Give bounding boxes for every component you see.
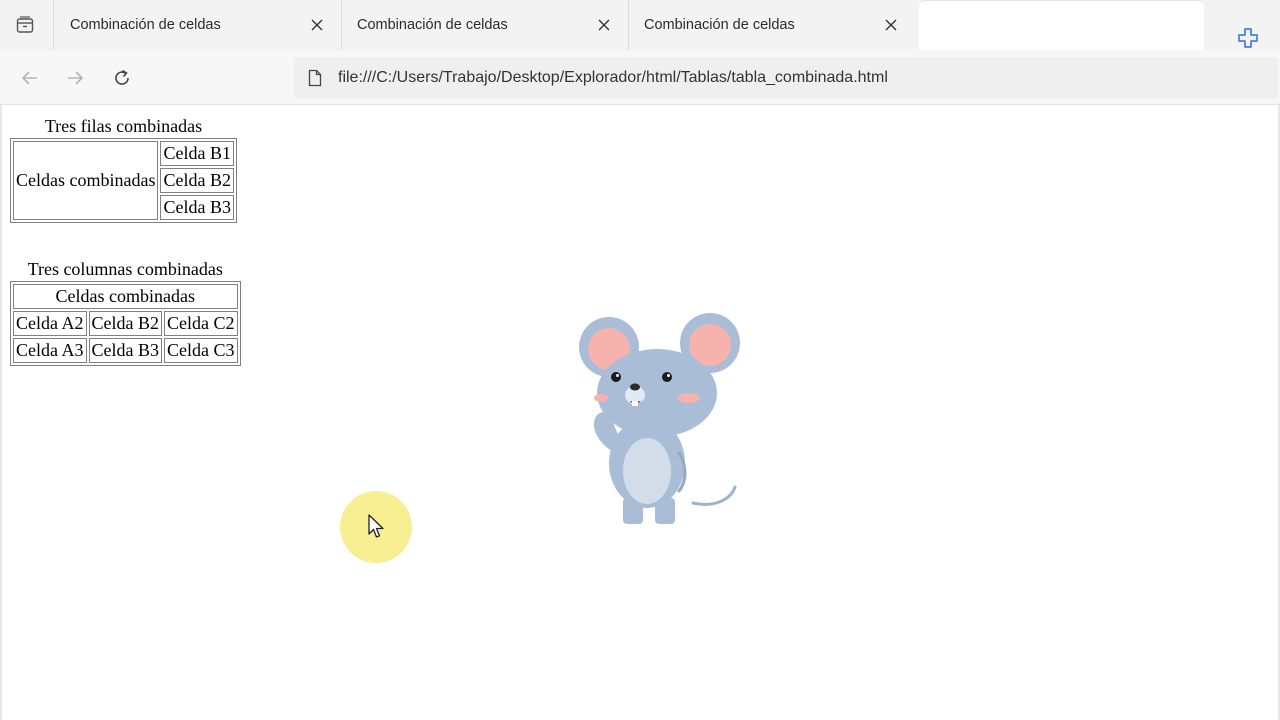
tab-actions-icon[interactable]: [10, 11, 40, 39]
merged-cell: Celdas combinadas: [13, 284, 238, 309]
colspan-table: Tres columnas combinadas Celdas combinad…: [10, 259, 241, 366]
forward-arrow-icon[interactable]: [61, 64, 89, 92]
close-icon[interactable]: [881, 15, 901, 35]
new-tab-icon[interactable]: [1234, 24, 1262, 52]
table-cell: Celda B1: [160, 141, 234, 166]
tab-title: Combinación de celdas: [70, 17, 221, 33]
file-icon: [306, 69, 324, 87]
reload-icon[interactable]: [108, 64, 136, 92]
close-icon[interactable]: [594, 15, 614, 35]
table-cell: Celda B2: [88, 311, 162, 336]
mouse-pointer-icon: [367, 514, 387, 540]
back-arrow-icon[interactable]: [16, 64, 44, 92]
table-cell: Celda A2: [13, 311, 87, 336]
tab-1[interactable]: Combinación de celdas: [54, 0, 341, 50]
table-cell: Celda B2: [160, 168, 234, 193]
merged-cell: Celdas combinadas: [13, 141, 159, 220]
table-cell: Celda B3: [160, 195, 234, 220]
tab-2[interactable]: Combinación de celdas: [341, 0, 628, 50]
table-cell: Celda A3: [13, 338, 87, 363]
rowspan-table: Tres filas combinadas Celdas combinadas …: [10, 116, 237, 223]
navigation-toolbar: file:///C:/Users/Trabajo/Desktop/Explora…: [0, 50, 1280, 105]
table-cell: Celda C3: [164, 338, 238, 363]
table-caption: Tres filas combinadas: [44, 116, 203, 136]
tab-title: Combinación de celdas: [644, 17, 795, 33]
address-bar[interactable]: file:///C:/Users/Trabajo/Desktop/Explora…: [294, 57, 1278, 99]
tab-3[interactable]: Combinación de celdas: [628, 0, 915, 50]
table-cell: Celda B3: [88, 338, 162, 363]
address-url[interactable]: file:///C:/Users/Trabajo/Desktop/Explora…: [338, 69, 888, 87]
tab-strip: Combinación de celdas Combinación de cel…: [0, 0, 1280, 52]
tab-active[interactable]: [919, 0, 1204, 51]
tab-title: Combinación de celdas: [357, 17, 508, 33]
close-icon[interactable]: [307, 15, 327, 35]
table-cell: Celda C2: [164, 311, 238, 336]
table-caption: Tres columnas combinadas: [27, 259, 223, 279]
mouse-mascot-illustration: [575, 303, 745, 528]
